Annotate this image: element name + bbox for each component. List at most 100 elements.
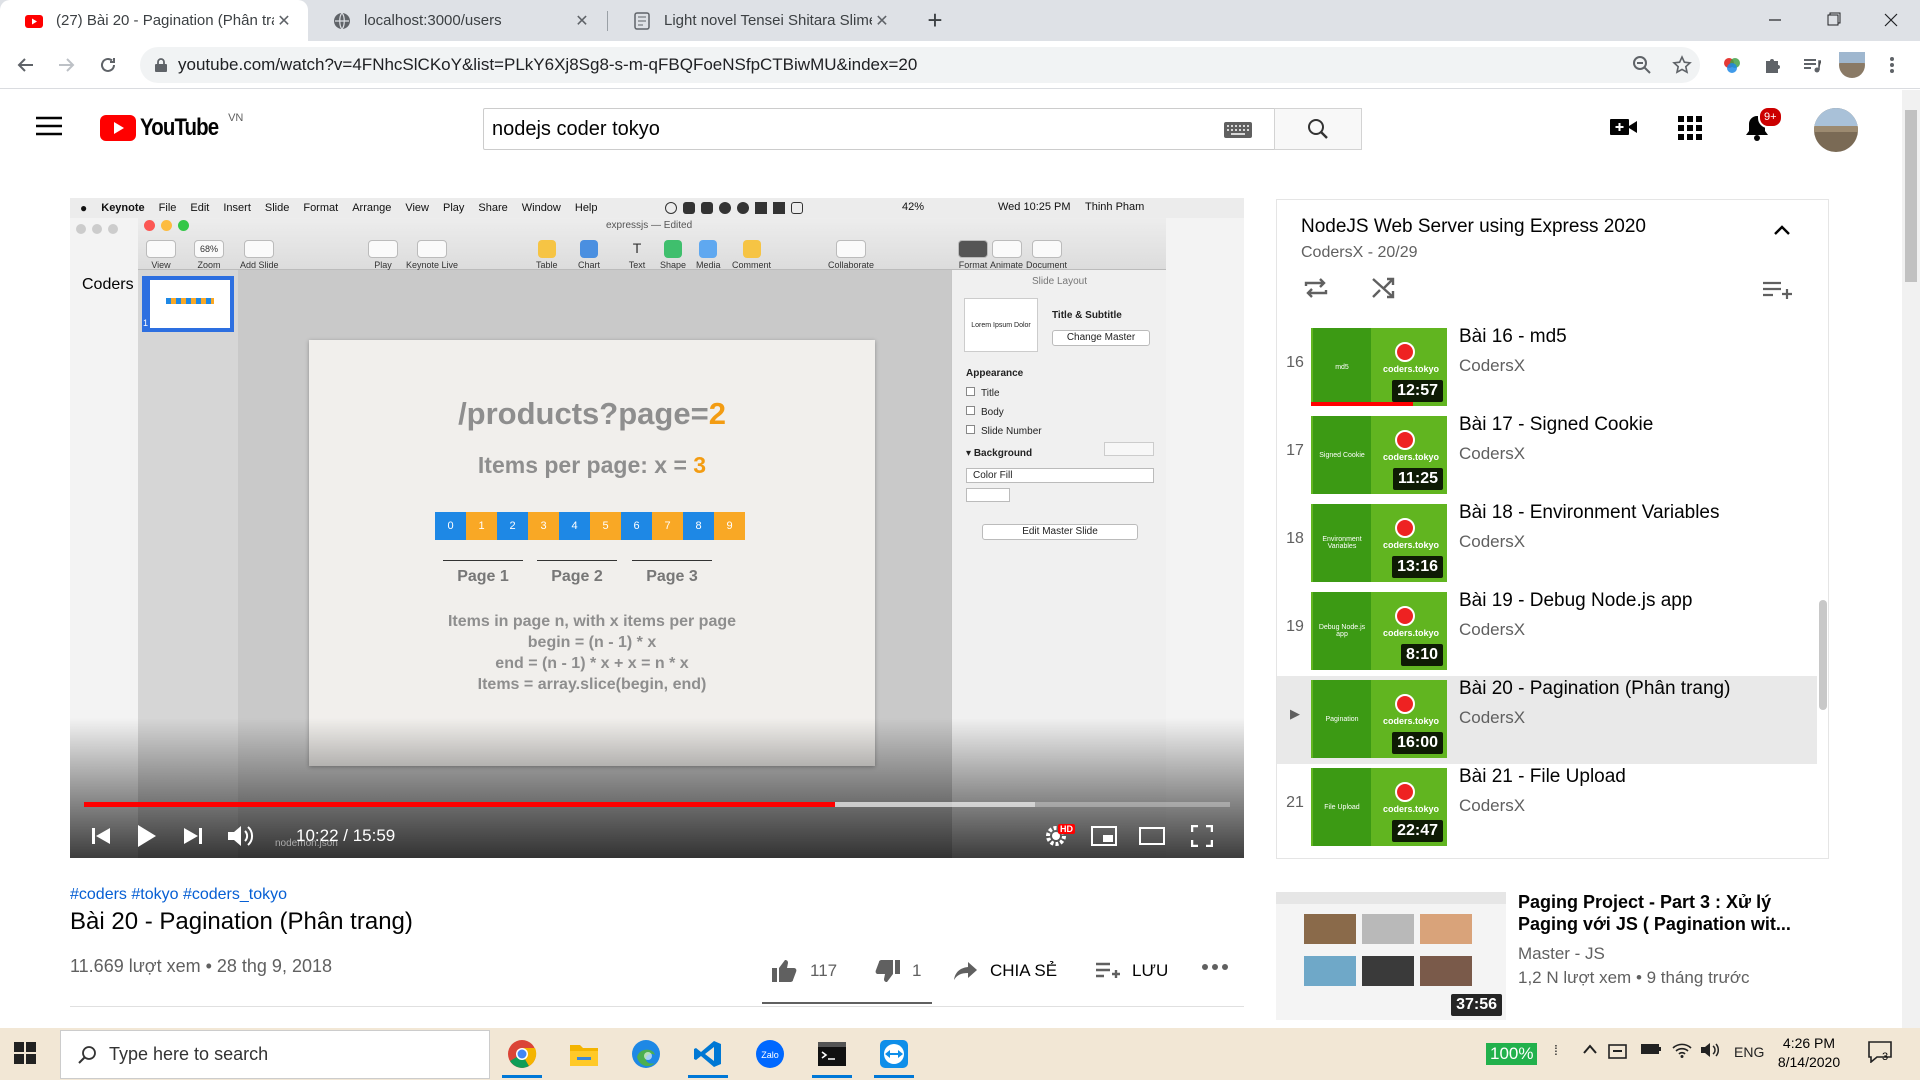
playlist-item[interactable]: 17 Signed Cookie coders.tokyo 11:25 Bài 17…: [1277, 412, 1817, 500]
color-extension-icon[interactable]: [1718, 51, 1746, 79]
playlist-item-channel: CodersX: [1459, 620, 1526, 639]
share-button[interactable]: CHIA SẺ: [954, 956, 1057, 986]
playlist-item-title: Bài 17 - Signed Cookie: [1459, 414, 1654, 435]
battery-indicator[interactable]: 100%: [1486, 1043, 1538, 1065]
scrollbar-thumb[interactable]: [1905, 110, 1917, 282]
close-tab-icon[interactable]: ✕: [274, 11, 294, 31]
zoom-icon[interactable]: [1628, 51, 1656, 79]
reload-button[interactable]: [94, 51, 122, 79]
background-heading: ▾ Background: [966, 448, 1033, 459]
video-player[interactable]: ● Keynote File Edit Insert Slide Format …: [70, 198, 1244, 858]
tool-table: Table: [536, 240, 558, 270]
mac-user: Thinh Pham: [1085, 201, 1145, 213]
tab-title: (27) Bài 20 - Pagination (Phân trang: [56, 12, 274, 29]
body-line: Items in page n, with x items per page: [447, 613, 737, 630]
power-icon[interactable]: [1640, 1042, 1662, 1056]
vscode-icon[interactable]: [684, 1034, 732, 1078]
video-thumbnail: Signed Cookie coders.tokyo 11:25: [1311, 416, 1447, 494]
play-button[interactable]: [126, 816, 168, 856]
recommendation-thumbnail[interactable]: 37:56: [1276, 892, 1506, 1020]
recommendation-title[interactable]: Paging Project - Part 3 : Xử lý Paging v…: [1518, 891, 1791, 935]
thumb-brand: coders.tokyo: [1383, 716, 1440, 726]
account-avatar[interactable]: [1814, 108, 1858, 152]
browser-tab-light-novel[interactable]: Light novel Tensei Shitara Slime d ✕: [608, 0, 906, 41]
loop-icon[interactable]: [1303, 276, 1329, 300]
close-tab-icon[interactable]: ✕: [572, 11, 592, 31]
speaker-icon[interactable]: [1700, 1042, 1720, 1058]
browser-tab-localhost[interactable]: localhost:3000/users ✕: [308, 0, 606, 41]
thumb-brand: coders.tokyo: [1383, 804, 1440, 814]
address-bar[interactable]: youtube.com/watch?v=4FNhcSlCKoY&list=PLk…: [140, 47, 1700, 83]
next-button[interactable]: [172, 818, 214, 854]
taskbar-search-input[interactable]: Type here to search: [60, 1030, 490, 1079]
previous-button[interactable]: [80, 818, 122, 854]
dislike-button[interactable]: 1: [874, 956, 921, 986]
profile-avatar[interactable]: [1838, 51, 1866, 79]
add-playlist-icon[interactable]: [1763, 280, 1793, 300]
forward-button[interactable]: [52, 51, 80, 79]
recommendation-channel[interactable]: Master - JS: [1518, 944, 1605, 964]
cell-2: 2: [497, 512, 528, 540]
thumb-caption: Environment Variables: [1313, 504, 1371, 582]
playlist-item[interactable]: 21 File Upload coders.tokyo 22:47 Bài 21 -…: [1277, 764, 1817, 852]
keyboard-icon[interactable]: [1224, 122, 1252, 138]
minimize-button[interactable]: [1750, 4, 1800, 36]
close-window-button[interactable]: [1866, 4, 1916, 36]
more-actions-icon[interactable]: [1202, 964, 1228, 970]
hashtags[interactable]: #coders #tokyo #coders_tokyo: [70, 886, 287, 904]
restore-button[interactable]: [1808, 4, 1858, 36]
action-center-icon[interactable]: 3: [1868, 1041, 1892, 1063]
taskbar-clock[interactable]: 4:26 PM 8/14/2020: [1772, 1034, 1846, 1072]
terminal-icon[interactable]: [808, 1034, 856, 1078]
miniplayer-button[interactable]: [1084, 818, 1124, 854]
playlist-item[interactable]: 19 Debug Node.js app coders.tokyo 8:10 Bài…: [1277, 588, 1817, 676]
recommendation-title-line: Paging Project - Part 3 : Xử lý: [1518, 892, 1772, 912]
cell-3: 3: [528, 512, 559, 540]
save-button[interactable]: LƯU: [1096, 956, 1168, 986]
background-browser-label: Coders: [82, 276, 134, 293]
fullscreen-button[interactable]: [1182, 818, 1222, 854]
search-input[interactable]: nodejs coder tokyo: [483, 108, 1275, 150]
progress-bar[interactable]: [84, 802, 1230, 807]
back-button[interactable]: [12, 51, 40, 79]
settings-button[interactable]: HD: [1036, 818, 1076, 854]
playlist-title[interactable]: NodeJS Web Server using Express 2020: [1301, 216, 1646, 238]
thumb-caption: Signed Cookie: [1313, 416, 1371, 494]
edge-icon[interactable]: [622, 1034, 670, 1074]
playlist-item[interactable]: 18 Environment Variables coders.tokyo 13:1…: [1277, 500, 1817, 588]
volume-button[interactable]: [220, 818, 262, 854]
menu-view: View: [405, 202, 429, 214]
close-tab-icon[interactable]: ✕: [872, 11, 892, 31]
playlist-scrollbar-thumb[interactable]: [1819, 600, 1827, 710]
teamviewer-icon[interactable]: [870, 1034, 918, 1078]
create-video-icon[interactable]: [1610, 116, 1638, 138]
shuffle-icon[interactable]: [1371, 276, 1397, 300]
tray-app-icon[interactable]: [1608, 1042, 1628, 1060]
bookmark-star-icon[interactable]: [1668, 51, 1696, 79]
apps-grid-icon[interactable]: [1678, 116, 1702, 140]
playlist-index: 16: [1286, 354, 1304, 371]
chrome-icon[interactable]: [498, 1034, 546, 1078]
like-button[interactable]: 117: [772, 956, 837, 986]
menu-format: Format: [303, 202, 339, 214]
windows-start-icon[interactable]: [14, 1042, 36, 1064]
show-hidden-icons[interactable]: [1582, 1042, 1598, 1056]
search-button[interactable]: [1274, 108, 1362, 150]
new-tab-button[interactable]: +: [920, 5, 950, 35]
playlist-item-current[interactable]: ▶ Pagination coders.tokyo 16:00 Bài 20 - P…: [1277, 676, 1817, 764]
browser-menu-icon[interactable]: [1878, 51, 1906, 79]
wifi-icon[interactable]: [1672, 1042, 1692, 1058]
hamburger-menu-icon[interactable]: [36, 116, 62, 136]
extensions-puzzle-icon[interactable]: [1758, 51, 1786, 79]
zalo-icon[interactable]: Zalo: [746, 1034, 794, 1074]
collapse-chevron-icon[interactable]: [1773, 224, 1791, 236]
browser-tab-youtube[interactable]: (27) Bài 20 - Pagination (Phân trang ✕: [0, 0, 308, 41]
language-indicator[interactable]: ENG: [1734, 1044, 1764, 1060]
file-explorer-icon[interactable]: [560, 1034, 608, 1074]
media-control-icon[interactable]: [1798, 51, 1826, 79]
page-scrollbar[interactable]: [1902, 90, 1920, 1028]
theater-mode-button[interactable]: [1132, 818, 1172, 854]
tab-title: Light novel Tensei Shitara Slime d: [664, 12, 872, 29]
youtube-logo[interactable]: YouTube VN: [100, 112, 243, 142]
playlist-item[interactable]: 16 md5 coders.tokyo 12:57 Bài 16 - md5 Cod…: [1277, 324, 1817, 412]
